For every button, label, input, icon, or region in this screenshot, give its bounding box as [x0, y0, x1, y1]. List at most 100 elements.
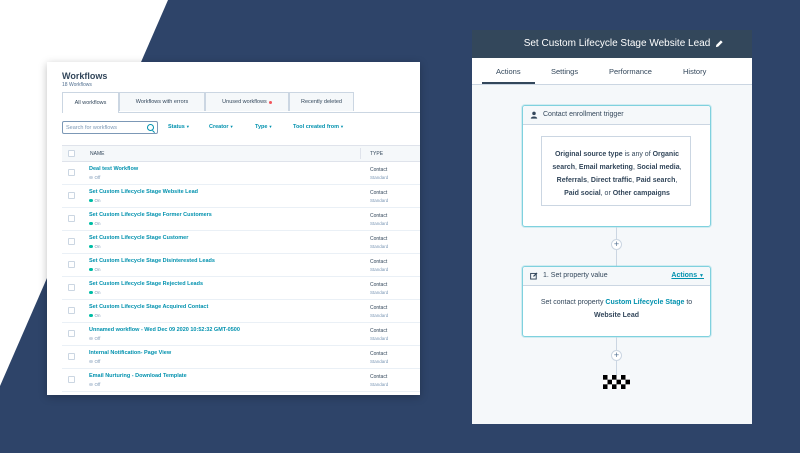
tab-all-workflows[interactable]: All workflows: [62, 92, 119, 113]
table-row[interactable]: Internal Notification- Page View Off Conta…: [62, 346, 420, 369]
workflow-name-link[interactable]: Email Nurturing - Download Template: [89, 373, 187, 379]
search-icon[interactable]: [147, 124, 154, 131]
table-row[interactable]: Set Custom Lifecycle Stage Website Lead O…: [62, 185, 420, 208]
action-card-header: 1. Set property value Actions ▼: [523, 267, 710, 286]
action-text: Set contact property: [540, 299, 606, 306]
criteria-value: Social media: [636, 164, 680, 171]
trigger-criteria[interactable]: Original source type is any of Organic s…: [541, 136, 691, 206]
trigger-card-header: Contact enrollment trigger: [523, 106, 710, 125]
workflow-name-link[interactable]: Deal test Workflow: [89, 166, 138, 172]
status-label: On: [94, 198, 101, 203]
status-label: Off: [94, 359, 101, 364]
edit-property-icon: [530, 272, 538, 280]
workflow-editor: Set Custom Lifecycle Stage Website Lead …: [472, 30, 752, 424]
workflow-subtype: Standard: [370, 267, 389, 272]
table-row[interactable]: Email Nurturing - Download Template Off Co…: [62, 369, 420, 392]
tab-label: Workflows with errors: [135, 99, 189, 105]
tab-unused-workflows[interactable]: Unused workflows: [205, 92, 289, 111]
caret-down-icon: ▼: [185, 124, 190, 129]
workflow-name-link[interactable]: Set Custom Lifecycle Stage Disinterested…: [89, 258, 215, 264]
workflow-subtype: Standard: [370, 290, 389, 295]
workflow-status: Off: [89, 336, 100, 341]
workflow-subtype: Standard: [370, 336, 389, 341]
criteria-separator: ,: [675, 177, 678, 184]
trigger-line-1: Original source type is any of Organic: [542, 151, 692, 158]
row-checkbox[interactable]: [68, 169, 75, 176]
workflow-type: Contact: [370, 374, 388, 380]
row-checkbox[interactable]: [68, 353, 75, 360]
row-checkbox[interactable]: [68, 192, 75, 199]
caret-down-icon: ▼: [268, 124, 273, 129]
workflow-name-link[interactable]: Set Custom Lifecycle Stage Website Lead: [89, 189, 198, 195]
workflow-subtype: Standard: [370, 313, 389, 318]
workflow-name-link[interactable]: Set Custom Lifecycle Stage Former Custom…: [89, 212, 212, 218]
tab-settings[interactable]: Settings: [551, 67, 578, 76]
workflow-status: On: [89, 267, 101, 272]
status-dot-icon: [89, 198, 93, 203]
tab-label: Recently deleted: [301, 99, 342, 105]
trigger-card-title: Contact enrollment trigger: [543, 111, 624, 118]
criteria-value: Paid search: [636, 177, 676, 184]
property-name-link[interactable]: Custom Lifecycle Stage: [605, 299, 684, 306]
tab-workflows-with-errors[interactable]: Workflows with errors: [119, 92, 205, 111]
select-all-checkbox[interactable]: [68, 150, 75, 157]
row-checkbox[interactable]: [68, 307, 75, 314]
status-label: Off: [94, 382, 101, 387]
workflow-count: 18 Workflows: [62, 82, 92, 88]
caret-down-icon: ▼: [699, 273, 704, 279]
workflow-name-link[interactable]: Internal Notification- Page View: [89, 350, 171, 356]
add-action-button[interactable]: +: [611, 239, 622, 250]
alert-dot-icon: [268, 100, 272, 104]
row-checkbox[interactable]: [68, 284, 75, 291]
action-text: to: [684, 299, 693, 306]
table-row[interactable]: Unnamed workflow - Wed Dec 09 2020 10:52…: [62, 323, 420, 346]
status-label: Off: [94, 336, 101, 341]
editor-header: Set Custom Lifecycle Stage Website Lead: [472, 30, 752, 58]
column-name[interactable]: NAME: [90, 151, 104, 157]
column-type[interactable]: TYPE: [370, 151, 383, 157]
enrollment-trigger-card[interactable]: Contact enrollment trigger Original sour…: [522, 105, 711, 227]
workflow-status: On: [89, 244, 101, 249]
row-checkbox[interactable]: [68, 215, 75, 222]
add-action-button[interactable]: +: [611, 350, 622, 361]
status-dot-icon: [89, 244, 93, 249]
status-filter[interactable]: Status▼: [168, 124, 190, 130]
criteria-separator: ,: [679, 164, 682, 171]
workflow-subtype: Standard: [370, 382, 389, 387]
creator-filter[interactable]: Creator▼: [209, 124, 234, 130]
table-row[interactable]: Deal test Workflow Off Contact Standard: [62, 162, 420, 185]
row-checkbox[interactable]: [68, 261, 75, 268]
table-row[interactable]: Set Custom Lifecycle Stage Customer On Con…: [62, 231, 420, 254]
actions-dropdown[interactable]: Actions ▼: [671, 272, 704, 279]
actions-label: Actions: [671, 272, 698, 279]
tab-history[interactable]: History: [683, 67, 706, 76]
workflow-type: Contact: [370, 282, 388, 288]
tab-actions[interactable]: Actions: [496, 67, 521, 76]
editor-tabs: Actions Settings Performance History: [472, 58, 752, 85]
table-row[interactable]: Set Custom Lifecycle Stage Disinterested…: [62, 254, 420, 277]
status-dot-icon: [89, 221, 93, 226]
tab-recently-deleted[interactable]: Recently deleted: [289, 92, 354, 111]
workflow-name-link[interactable]: Unnamed workflow - Wed Dec 09 2020 10:52…: [89, 327, 240, 333]
workflow-name-link[interactable]: Set Custom Lifecycle Stage Rejected Lead…: [89, 281, 203, 287]
workflow-status: Off: [89, 359, 100, 364]
workflow-status: On: [89, 221, 101, 226]
search-input[interactable]: Search for workflows: [62, 121, 158, 134]
workflow-name-link[interactable]: Set Custom Lifecycle Stage Acquired Cont…: [89, 304, 208, 310]
table-row[interactable]: Set Custom Lifecycle Stage Former Custom…: [62, 208, 420, 231]
tab-performance[interactable]: Performance: [609, 67, 652, 76]
workflow-status: On: [89, 313, 101, 318]
row-checkbox[interactable]: [68, 238, 75, 245]
criteria-property: Original source type: [554, 151, 623, 158]
table-row[interactable]: Set Custom Lifecycle Stage Rejected Lead…: [62, 277, 420, 300]
workflow-name-link[interactable]: Set Custom Lifecycle Stage Customer: [89, 235, 188, 241]
tool-created-from-filter[interactable]: Tool created from▼: [293, 124, 344, 130]
set-property-action-card[interactable]: 1. Set property value Actions ▼ Set cont…: [522, 266, 711, 337]
row-checkbox[interactable]: [68, 330, 75, 337]
type-filter[interactable]: Type▼: [255, 124, 272, 130]
status-dot-icon: [89, 359, 93, 364]
edit-pencil-icon[interactable]: [715, 39, 724, 48]
table-row[interactable]: Set Custom Lifecycle Stage Acquired Cont…: [62, 300, 420, 323]
row-checkbox[interactable]: [68, 376, 75, 383]
column-divider: [360, 148, 361, 159]
